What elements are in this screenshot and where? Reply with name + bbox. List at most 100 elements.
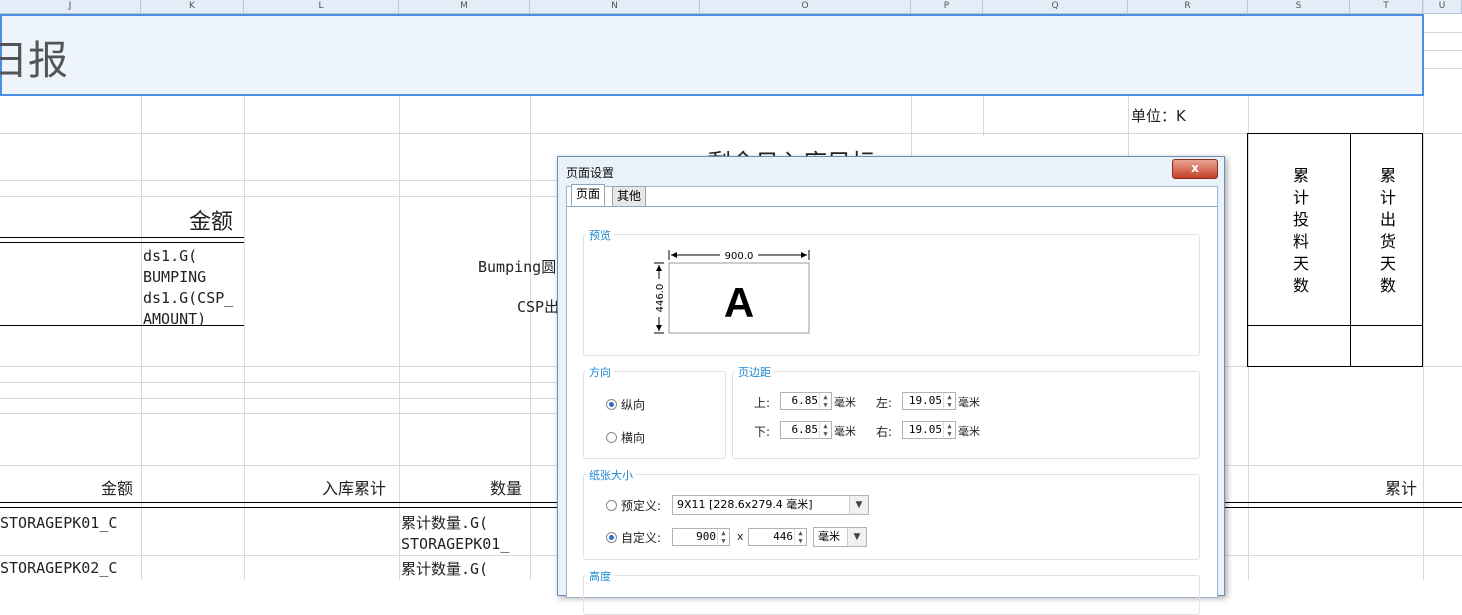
table-border [0, 502, 560, 503]
report-title: 日报 [0, 38, 68, 84]
row-qty-header: 数量 [490, 479, 523, 498]
header-char: 数 [1292, 276, 1309, 295]
chevron-down-icon[interactable]: ▼ [849, 496, 868, 514]
table-border [0, 325, 244, 326]
table-border [1220, 502, 1462, 503]
custom-height-input[interactable]: 446 ▲ ▼ [748, 528, 807, 546]
spinner-icon[interactable]: ▲ ▼ [819, 393, 831, 409]
amount-header: 金额 [189, 210, 234, 235]
arrow-down-icon [656, 325, 662, 331]
header-char: 数 [1379, 276, 1396, 295]
arrow-up-icon [656, 265, 662, 271]
column-header-m[interactable]: M [399, 0, 530, 13]
header-char: 投 [1292, 210, 1309, 229]
grid-line [0, 133, 1462, 134]
grid-line [0, 382, 560, 383]
close-button[interactable]: x [1172, 159, 1218, 179]
right-margin-label: 右: [876, 425, 893, 439]
paper-size-label: 纸张大小 [586, 467, 636, 483]
left-margin-value: 19.05 [908, 394, 942, 407]
grid-line [0, 398, 560, 399]
cumulative-qty-cell: 累计数量.G( [401, 514, 489, 532]
tab-page[interactable]: 页面 [571, 184, 606, 206]
unit-select[interactable]: 毫米 ▼ [813, 527, 867, 547]
header-char: 货 [1379, 232, 1396, 251]
column-header-bar: J K L M N O P Q R S T U [0, 0, 1462, 14]
left-margin-label: 左: [876, 396, 893, 410]
predefined-radio[interactable] [606, 500, 617, 511]
arrow-left-icon [671, 252, 677, 258]
predefined-label[interactable]: 预定义: [621, 497, 661, 514]
spinner-icon[interactable]: ▲ ▼ [819, 422, 831, 438]
custom-radio[interactable] [606, 532, 617, 543]
storage-cell: STORAGEPK01_C [0, 514, 118, 532]
vertical-header-feed-days: 累 计 投 料 天 数 [1291, 165, 1311, 297]
custom-width-value: 900 [696, 530, 716, 543]
table-border [0, 237, 244, 238]
predefined-paper-select[interactable]: 9X11 [228.6x279.4 毫米] ▼ [672, 495, 869, 515]
top-margin-unit: 毫米 [834, 396, 856, 409]
custom-width-input[interactable]: 900 ▲ ▼ [672, 528, 730, 546]
dimension-separator: x [737, 530, 744, 543]
page-setup-dialog: 页面设置 x 页面 其他 预览 900.0 446.0 A 方向 纵向 横向 页… [557, 156, 1225, 615]
column-header-u[interactable]: U [1423, 0, 1462, 13]
report-title-cell[interactable]: 日报 [0, 14, 1424, 96]
row-amount-header: 金额 [101, 479, 134, 498]
table-border [0, 507, 560, 508]
bottom-margin-value: 6.85 [791, 423, 819, 436]
landscape-radio[interactable] [606, 432, 617, 443]
bottom-margin-input[interactable]: 6.85 ▲ ▼ [780, 421, 832, 439]
orientation-label: 方向 [586, 364, 614, 380]
unit-label: 单位：K [1131, 107, 1186, 125]
table-border [0, 242, 244, 243]
grid-line [911, 96, 912, 156]
dialog-title: 页面设置 [566, 166, 615, 180]
spinner-icon[interactable]: ▲ ▼ [794, 529, 806, 545]
unit-value: 毫米 [818, 530, 840, 543]
header-char: 计 [1379, 188, 1396, 207]
column-header-n[interactable]: N [530, 0, 700, 13]
width-value: 900.0 [725, 251, 754, 262]
custom-height-value: 446 [773, 530, 793, 543]
table-border [1247, 366, 1423, 367]
grid-line [1423, 68, 1462, 69]
top-margin-input[interactable]: 6.85 ▲ ▼ [780, 392, 832, 410]
spinner-icon[interactable]: ▲ ▼ [943, 393, 955, 409]
bumping-label: Bumping圆 [478, 258, 557, 276]
chevron-down-icon[interactable]: ▼ [847, 528, 866, 546]
margins-group: 页边距 上: 6.85 ▲ ▼ 毫米 左: 19.05 ▲ ▼ 毫米 下: 6.85 ▲ ▼… [732, 364, 1200, 459]
left-margin-input[interactable]: 19.05 ▲ ▼ [902, 392, 956, 410]
portrait-radio[interactable] [606, 399, 617, 410]
predefined-paper-value: 9X11 [228.6x279.4 毫米] [677, 498, 813, 511]
column-header-p[interactable]: P [911, 0, 983, 13]
bottom-margin-unit: 毫米 [834, 425, 856, 438]
close-icon: x [1191, 161, 1199, 175]
column-header-j[interactable]: J [0, 0, 141, 13]
cumulative-qty-cell: STORAGEPK01_ [401, 535, 510, 553]
column-header-k[interactable]: K [141, 0, 244, 13]
column-header-l[interactable]: L [244, 0, 399, 13]
column-header-o[interactable]: O [700, 0, 911, 13]
height-group-label: 高度 [586, 568, 614, 584]
orientation-group: 方向 纵向 横向 [583, 364, 726, 459]
column-header-t[interactable]: T [1350, 0, 1423, 13]
custom-label[interactable]: 自定义: [621, 529, 661, 546]
spinner-icon[interactable]: ▲ ▼ [943, 422, 955, 438]
landscape-label[interactable]: 横向 [621, 429, 645, 446]
portrait-label[interactable]: 纵向 [621, 396, 645, 413]
grid-line [0, 180, 560, 181]
column-header-q[interactable]: Q [983, 0, 1128, 13]
column-header-r[interactable]: R [1128, 0, 1248, 13]
page-preview: 900.0 446.0 A [653, 249, 810, 334]
formula-cell: BUMPING [143, 268, 207, 286]
preview-letter: A [724, 279, 754, 326]
table-border [1247, 133, 1423, 134]
tab-other[interactable]: 其他 [612, 186, 647, 206]
column-header-s[interactable]: S [1248, 0, 1350, 13]
margins-label: 页边距 [735, 364, 774, 380]
dialog-body: 页面 其他 预览 900.0 446.0 A 方向 纵向 横向 页边距 上: 6… [566, 184, 1218, 615]
spinner-icon[interactable]: ▲ ▼ [717, 529, 729, 545]
header-char: 计 [1292, 188, 1309, 207]
arrow-right-icon [801, 252, 807, 258]
right-margin-input[interactable]: 19.05 ▲ ▼ [902, 421, 956, 439]
